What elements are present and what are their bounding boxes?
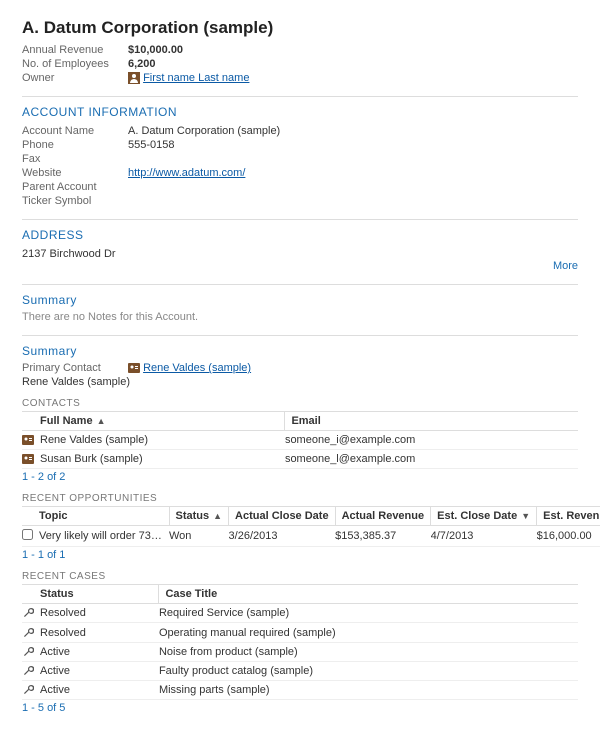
summary-main-heading: Summary (22, 344, 578, 358)
case-status: Resolved (40, 604, 159, 623)
wrench-icon (22, 627, 34, 639)
opps-col-acd[interactable]: Actual Close Date (229, 507, 336, 526)
contact-email: someone_i@example.com (285, 431, 578, 450)
case-status: Active (40, 661, 159, 680)
table-row[interactable]: ActiveNoise from product (sample) (22, 642, 578, 661)
case-status: Active (40, 642, 159, 661)
contact-card-icon (22, 434, 34, 446)
table-row[interactable]: ResolvedOperating manual required (sampl… (22, 623, 578, 642)
fax-label: Fax (22, 153, 128, 165)
employees-label: No. of Employees (22, 58, 128, 70)
case-status: Resolved (40, 623, 159, 642)
account-name-value: A. Datum Corporation (sample) (128, 125, 280, 137)
opp-actual-revenue: $153,385.37 (335, 526, 431, 547)
opp-topic: Very likely will order 73 Produc… (39, 526, 169, 547)
address-heading: ADDRESS (22, 228, 578, 242)
contacts-pager[interactable]: 1 - 2 of 2 (22, 471, 578, 483)
case-status: Active (40, 680, 159, 699)
primary-contact-link[interactable]: Rene Valdes (sample) (143, 362, 251, 374)
record-title: A. Datum Corporation (sample) (22, 18, 578, 38)
wrench-icon (22, 665, 34, 677)
opps-col-status[interactable]: Status▲ (169, 507, 229, 526)
contact-card-icon (22, 453, 34, 465)
wrench-icon (22, 607, 34, 619)
sort-asc-icon: ▲ (97, 416, 106, 426)
opps-col-ecd[interactable]: Est. Close Date▼ (431, 507, 537, 526)
website-link[interactable]: http://www.adatum.com/ (128, 167, 245, 179)
table-row[interactable]: Rene Valdes (sample)someone_i@example.co… (22, 431, 578, 450)
primary-contact-name-line: Rene Valdes (sample) (22, 376, 578, 388)
annual-revenue-value: $10,000.00 (128, 44, 183, 56)
summary-notes-empty: There are no Notes for this Account. (22, 311, 578, 323)
wrench-icon (22, 646, 34, 658)
contacts-col-name[interactable]: Full Name▲ (40, 412, 285, 431)
cases-table: Status Case Title ResolvedRequired Servi… (22, 584, 578, 699)
table-row[interactable]: Susan Burk (sample)someone_l@example.com (22, 450, 578, 469)
opp-status: Won (169, 526, 229, 547)
opportunities-table: Topic Status▲ Actual Close Date Actual R… (22, 506, 600, 547)
opportunities-heading: RECENT OPPORTUNITIES (22, 493, 578, 504)
account-info-heading: ACCOUNT INFORMATION (22, 105, 578, 119)
case-title: Noise from product (sample) (159, 642, 578, 661)
case-title: Required Service (sample) (159, 604, 578, 623)
table-row[interactable]: Very likely will order 73 Produc…Won3/26… (22, 526, 600, 547)
case-title: Operating manual required (sample) (159, 623, 578, 642)
opp-est-close: 4/7/2013 (431, 526, 537, 547)
cases-heading: RECENT CASES (22, 571, 578, 582)
opps-col-topic[interactable]: Topic (39, 507, 169, 526)
owner-link[interactable]: First name Last name (143, 72, 249, 84)
owner-label: Owner (22, 72, 128, 84)
opps-col-erev[interactable]: Est. Revenue (537, 507, 600, 526)
row-checkbox[interactable] (22, 529, 33, 540)
table-row[interactable]: ActiveFaulty product catalog (sample) (22, 661, 578, 680)
annual-revenue-label: Annual Revenue (22, 44, 128, 56)
contacts-heading: CONTACTS (22, 398, 578, 409)
parent-account-label: Parent Account (22, 181, 128, 193)
contact-email: someone_l@example.com (285, 450, 578, 469)
contacts-col-email[interactable]: Email (285, 412, 578, 431)
address-more-link[interactable]: More (22, 260, 578, 272)
primary-contact-label: Primary Contact (22, 362, 128, 374)
opps-col-arev[interactable]: Actual Revenue (335, 507, 431, 526)
contacts-table: Full Name▲ Email Rene Valdes (sample)som… (22, 411, 578, 469)
cases-col-status[interactable]: Status (40, 585, 159, 604)
website-label: Website (22, 167, 128, 179)
opportunities-pager[interactable]: 1 - 1 of 1 (22, 549, 578, 561)
opp-actual-close: 3/26/2013 (229, 526, 336, 547)
contact-card-icon (128, 362, 140, 374)
cases-pager[interactable]: 1 - 5 of 5 (22, 702, 578, 714)
opp-est-revenue: $16,000.00 (537, 526, 600, 547)
sort-asc-icon: ▲ (213, 511, 222, 521)
address-line: 2137 Birchwood Dr (22, 248, 578, 260)
table-row[interactable]: ResolvedRequired Service (sample) (22, 604, 578, 623)
employees-value: 6,200 (128, 58, 156, 70)
account-name-label: Account Name (22, 125, 128, 137)
ticker-label: Ticker Symbol (22, 195, 128, 207)
person-icon (128, 72, 140, 84)
contact-name: Rene Valdes (sample) (40, 431, 285, 450)
phone-value: 555-0158 (128, 139, 175, 151)
sort-desc-icon: ▼ (521, 511, 530, 521)
case-title: Faulty product catalog (sample) (159, 661, 578, 680)
cases-col-title[interactable]: Case Title (159, 585, 578, 604)
phone-label: Phone (22, 139, 128, 151)
case-title: Missing parts (sample) (159, 680, 578, 699)
contact-name: Susan Burk (sample) (40, 450, 285, 469)
summary-notes-heading: Summary (22, 293, 578, 307)
table-row[interactable]: ActiveMissing parts (sample) (22, 680, 578, 699)
